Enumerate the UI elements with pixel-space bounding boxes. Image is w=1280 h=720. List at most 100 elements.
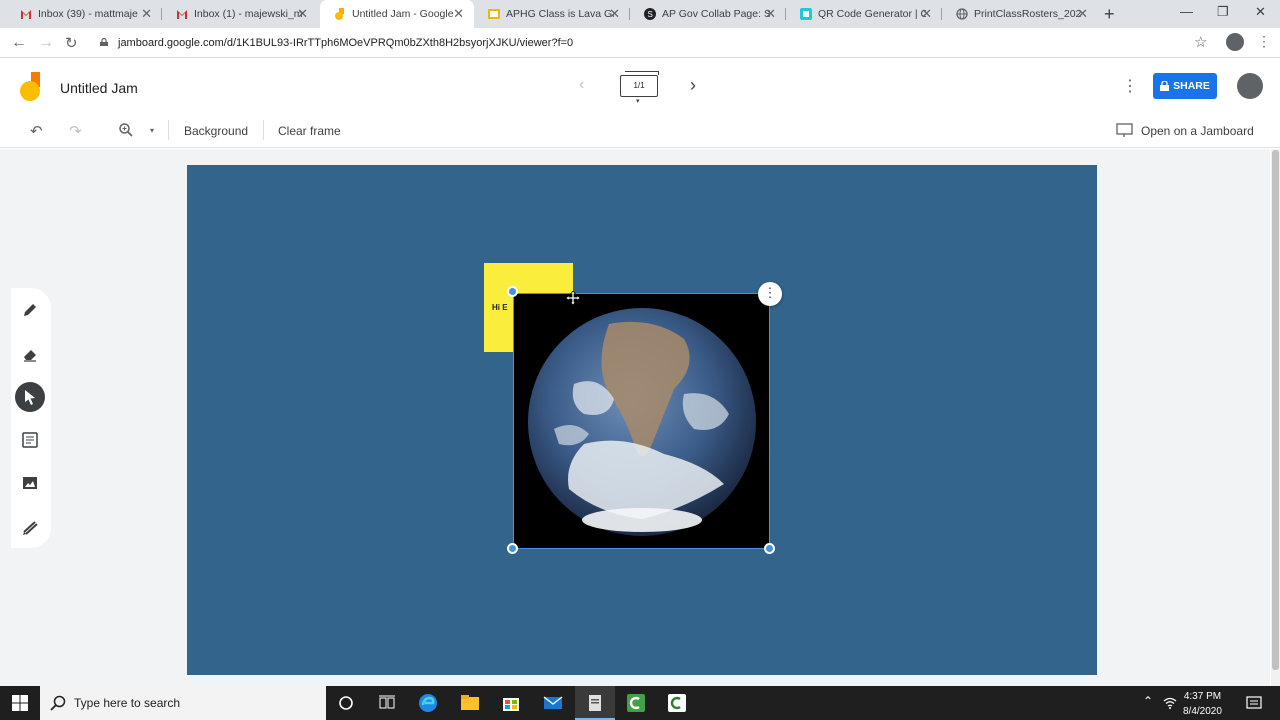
close-tab-icon[interactable]: ✕ [765, 7, 776, 21]
tab-title: Untitled Jam - Google [352, 8, 454, 20]
new-tab-icon[interactable]: + [1104, 4, 1115, 25]
zoom-dropdown-icon[interactable]: ▾ [150, 126, 154, 135]
scrollbar-thumb[interactable] [1272, 150, 1279, 670]
notifications-icon[interactable] [1246, 695, 1262, 711]
tab-sites[interactable]: S AP Gov Collab Page: Se ✕ [630, 0, 786, 28]
back-icon[interactable]: ← [11, 34, 27, 52]
tab-title: AP Gov Collab Page: Se [662, 8, 770, 20]
url-field[interactable]: jamboard.google.com/d/1K1BUL93-IRrTTph6M… [118, 37, 573, 49]
browser-menu-icon[interactable]: ⋮ [1257, 33, 1271, 50]
jamboard-logo-icon [20, 72, 40, 101]
forward-icon[interactable]: → [38, 34, 54, 52]
close-tab-icon[interactable]: ✕ [609, 7, 620, 21]
search-icon [50, 695, 66, 711]
profile-avatar-icon[interactable] [1226, 33, 1244, 51]
frame-dropdown-icon[interactable]: ▾ [636, 97, 640, 105]
resize-handle-bottom-right[interactable] [764, 543, 775, 554]
taskbar-search-box[interactable]: Type here to search [40, 686, 326, 720]
eraser-icon [24, 350, 36, 362]
close-tab-icon[interactable]: ✕ [1077, 7, 1088, 21]
undo-icon[interactable]: ↶ [30, 122, 43, 140]
tab-gmail-2[interactable]: Inbox (1) - majewski_m ✕ [162, 0, 318, 28]
windows-start-icon[interactable] [12, 695, 28, 711]
share-button[interactable]: SHARE [1153, 73, 1217, 99]
reload-icon[interactable]: ↻ [65, 34, 78, 52]
edge-icon[interactable] [418, 693, 438, 713]
zoom-icon[interactable] [119, 123, 133, 137]
pen-icon [24, 304, 36, 316]
clear-frame-button[interactable]: Clear frame [278, 124, 341, 138]
sticky-note-icon [22, 432, 38, 448]
sticky-note-tool[interactable] [15, 425, 45, 455]
move-cursor-icon [566, 291, 580, 305]
tab-title: Inbox (39) - mattmaje [38, 8, 138, 20]
laser-tool[interactable] [15, 512, 45, 542]
toolbar-divider [168, 120, 169, 140]
redo-icon[interactable]: ↷ [69, 122, 82, 140]
tool-rail [11, 288, 51, 548]
rotate-handle[interactable] [507, 286, 518, 297]
toolbar-divider [263, 120, 264, 140]
globe-icon [956, 8, 968, 20]
earth-image-graphic [528, 308, 756, 536]
eraser-tool[interactable] [15, 339, 45, 369]
tab-title: APHG Class is Lava Ga [506, 8, 614, 20]
more-options-icon[interactable]: ⋮ [1122, 76, 1138, 96]
open-on-jamboard-button[interactable]: Open on a Jamboard [1141, 124, 1254, 138]
add-image-tool[interactable] [15, 468, 45, 498]
browser-tab-strip: Inbox (39) - mattmaje ✕ Inbox (1) - maje… [0, 0, 1280, 28]
close-tab-icon[interactable]: ✕ [453, 7, 464, 21]
frame-counter: 1/1 [633, 81, 645, 90]
next-frame-icon[interactable]: › [690, 75, 696, 96]
camtasia-recorder-icon[interactable] [667, 693, 687, 713]
image-options-button[interactable]: ⋮ [758, 282, 782, 306]
tab-title: Inbox (1) - majewski_m [194, 8, 302, 20]
cortana-icon[interactable] [336, 693, 356, 713]
file-explorer-icon[interactable] [460, 693, 480, 713]
tab-title: QR Code Generator | C [818, 8, 926, 20]
cursor-arrow-icon [25, 390, 35, 405]
restore-icon[interactable]: ❐ [1217, 4, 1229, 20]
resize-handle-bottom-left[interactable] [507, 543, 518, 554]
cast-icon [1116, 123, 1133, 137]
clock-date: 8/4/2020 [1183, 706, 1222, 717]
tab-gmail-1[interactable]: Inbox (39) - mattmaje ✕ [6, 0, 162, 28]
wifi-icon[interactable] [1163, 697, 1177, 709]
gmail-icon [176, 8, 188, 20]
background-button[interactable]: Background [184, 124, 248, 138]
sticky-note-text: Hi E [492, 303, 508, 312]
qr-icon [800, 8, 812, 20]
close-tab-icon[interactable]: ✕ [141, 7, 152, 21]
close-tab-icon[interactable]: ✕ [297, 7, 308, 21]
document-title[interactable]: Untitled Jam [60, 80, 138, 96]
mail-icon[interactable] [543, 693, 563, 713]
tab-qr[interactable]: QR Code Generator | C ✕ [786, 0, 942, 28]
minimize-icon[interactable]: — [1180, 4, 1193, 19]
close-tab-icon[interactable]: ✕ [921, 7, 932, 21]
search-placeholder: Type here to search [74, 696, 181, 710]
frame-bar-button[interactable]: 1/1 [620, 75, 658, 97]
earth-image[interactable] [513, 293, 770, 549]
jamboard-icon [334, 8, 346, 20]
store-icon[interactable] [501, 693, 521, 713]
previous-frame-icon[interactable]: ‹ [579, 76, 584, 94]
laser-icon [23, 521, 38, 535]
pen-tool[interactable] [15, 295, 45, 325]
account-avatar[interactable] [1237, 73, 1263, 99]
slides-icon [488, 8, 500, 20]
lock-icon [1160, 81, 1170, 91]
tab-jamboard[interactable]: Untitled Jam - Google ✕ [320, 0, 474, 28]
svg-text:S: S [648, 10, 653, 19]
show-hidden-icons-icon[interactable]: ⌃ [1143, 694, 1153, 708]
clock-time: 4:37 PM [1183, 691, 1222, 702]
document-app-icon [589, 695, 601, 711]
tab-slides[interactable]: APHG Class is Lava Ga ✕ [474, 0, 630, 28]
bookmark-star-icon[interactable]: ☆ [1194, 33, 1207, 51]
task-view-icon[interactable] [377, 693, 397, 713]
tab-title: PrintClassRosters_2020 [974, 8, 1082, 20]
close-window-icon[interactable]: ✕ [1255, 4, 1266, 20]
camtasia-icon[interactable] [626, 693, 646, 713]
select-tool[interactable] [15, 382, 45, 412]
system-clock[interactable]: 4:37 PM 8/4/2020 [1183, 689, 1222, 719]
tab-rosters[interactable]: PrintClassRosters_2020 ✕ [942, 0, 1098, 28]
